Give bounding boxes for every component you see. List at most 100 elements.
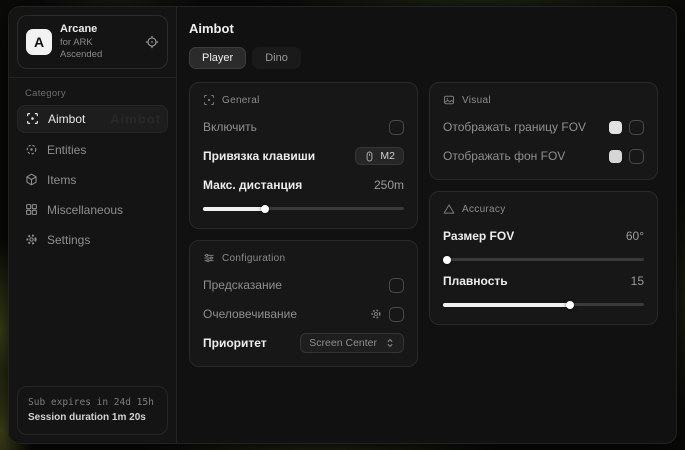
category-label: Category	[9, 78, 176, 105]
enable-row: Включить	[203, 117, 404, 137]
accuracy-panel: Accuracy Размер FOV 60° Плавность	[429, 191, 658, 325]
general-panel-title: General	[222, 95, 260, 106]
fov-background-label: Отображать фон FOV	[443, 149, 565, 163]
package-icon	[25, 173, 38, 186]
sidebar-item-miscellaneous[interactable]: Miscellaneous	[17, 197, 168, 223]
session-info-card: Sub expires in 24d 15h Session duration …	[17, 386, 168, 435]
enable-label: Включить	[203, 120, 257, 134]
slider-thumb[interactable]	[261, 205, 269, 213]
chevron-up-down-icon	[385, 338, 395, 348]
keybind-row: Привязка клавиши M2	[203, 146, 404, 166]
sidebar-item-label: Miscellaneous	[47, 203, 123, 217]
humanize-label: Очеловечивание	[203, 307, 297, 321]
prediction-label: Предсказание	[203, 278, 282, 292]
fov-border-row: Отображать границу FOV	[443, 117, 644, 137]
sidebar-header: A Arcane for ARK Ascended	[9, 7, 176, 78]
fov-background-color-swatch[interactable]	[609, 150, 622, 163]
fov-size-slider[interactable]	[443, 255, 644, 264]
gear-icon	[25, 233, 38, 246]
page-title: Aimbot	[189, 21, 658, 36]
sidebar-item-settings[interactable]: Settings	[17, 227, 168, 253]
app-subtitle: for ARK Ascended	[60, 37, 137, 61]
sidebar-item-label: Items	[47, 173, 76, 187]
sidebar-item-label: Entities	[47, 143, 86, 157]
fov-background-checkbox[interactable]	[629, 149, 644, 164]
focus-icon	[203, 94, 215, 106]
sidebar-item-items[interactable]: Items	[17, 167, 168, 193]
accuracy-panel-title: Accuracy	[462, 204, 506, 215]
humanize-controls	[370, 307, 404, 322]
radar-icon	[25, 143, 38, 156]
keybind-label: Привязка клавиши	[203, 149, 315, 163]
distance-value: 250m	[374, 178, 404, 192]
visual-panel-title: Visual	[462, 95, 491, 106]
distance-label: Макс. дистанция	[203, 178, 302, 192]
visual-panel: Visual Отображать границу FOV Отображать…	[429, 82, 658, 180]
configuration-panel-header: Configuration	[203, 252, 404, 264]
sidebar-item-label: Aimbot	[48, 112, 85, 126]
target-icon[interactable]	[145, 35, 159, 49]
enable-checkbox[interactable]	[389, 120, 404, 135]
mouse-icon	[364, 151, 375, 162]
image-icon	[443, 94, 455, 106]
prediction-checkbox[interactable]	[389, 278, 404, 293]
smoothness-value: 15	[631, 274, 644, 288]
sidebar-nav: Aimbot Aimbot Entities	[9, 105, 176, 253]
humanize-checkbox[interactable]	[389, 307, 404, 322]
right-column: Visual Отображать границу FOV Отображать…	[429, 82, 658, 325]
gear-icon[interactable]	[370, 308, 382, 320]
sliders-icon	[203, 252, 215, 264]
crosshair-icon	[26, 112, 39, 125]
main-content: Aimbot Player Dino General	[177, 7, 676, 443]
left-column: General Включить Привязка клавиши	[189, 82, 418, 367]
priority-select[interactable]: Screen Center	[300, 333, 404, 353]
overlay-window: A Arcane for ARK Ascended Category	[8, 6, 677, 444]
fov-border-color-swatch[interactable]	[609, 121, 622, 134]
priority-label: Приоритет	[203, 336, 267, 350]
smoothness-slider[interactable]	[443, 300, 644, 309]
fov-size-label: Размер FOV	[443, 229, 514, 243]
slider-fill	[203, 207, 265, 211]
distance-row: Макс. дистанция 250m	[203, 175, 404, 195]
slider-fill	[443, 303, 570, 307]
visual-panel-header: Visual	[443, 94, 644, 106]
slider-fill	[443, 258, 447, 262]
configuration-panel-title: Configuration	[222, 253, 285, 264]
tab-dino[interactable]: Dino	[252, 47, 301, 69]
configuration-panel: Configuration Предсказание Очеловечивани…	[189, 240, 418, 367]
slider-thumb[interactable]	[566, 301, 574, 309]
fov-background-row: Отображать фон FOV	[443, 146, 644, 166]
fov-size-value: 60°	[626, 229, 644, 243]
distance-slider[interactable]	[203, 204, 404, 213]
keybind-button[interactable]: M2	[355, 147, 404, 165]
panel-grid: General Включить Привязка клавиши	[189, 82, 658, 367]
smoothness-row: Плавность 15	[443, 271, 644, 291]
triangle-icon	[443, 203, 455, 215]
grid-icon	[25, 203, 38, 216]
app-meta: Arcane for ARK Ascended	[60, 23, 137, 61]
general-panel: General Включить Привязка клавиши	[189, 82, 418, 229]
tab-player[interactable]: Player	[189, 47, 246, 69]
fov-border-checkbox[interactable]	[629, 120, 644, 135]
keybind-value: M2	[380, 150, 395, 162]
sidebar-item-aimbot[interactable]: Aimbot Aimbot	[17, 105, 168, 133]
sub-expires-text: Sub expires in 24d 15h	[28, 395, 157, 410]
app-header-card: A Arcane for ARK Ascended	[17, 15, 168, 69]
app-logo: A	[26, 29, 52, 55]
smoothness-label: Плавность	[443, 274, 508, 288]
sidebar-item-entities[interactable]: Entities	[17, 137, 168, 163]
slider-thumb[interactable]	[443, 256, 451, 264]
tab-bar: Player Dino	[189, 47, 658, 69]
humanize-row: Очеловечивание	[203, 304, 404, 324]
sidebar-item-label: Settings	[47, 233, 90, 247]
fov-background-controls	[609, 149, 644, 164]
ghost-watermark: Aimbot	[110, 111, 161, 126]
priority-value: Screen Center	[309, 337, 377, 349]
accuracy-panel-header: Accuracy	[443, 203, 644, 215]
session-duration-text: Session duration 1m 20s	[28, 410, 157, 426]
sidebar-spacer	[9, 253, 176, 378]
fov-border-controls	[609, 120, 644, 135]
priority-row: Приоритет Screen Center	[203, 333, 404, 353]
fov-border-label: Отображать границу FOV	[443, 120, 586, 134]
slider-track	[443, 258, 644, 261]
